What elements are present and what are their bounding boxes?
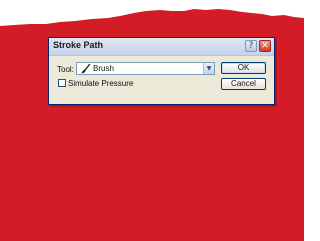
brush-icon (81, 64, 91, 74)
help-icon[interactable]: ? (245, 40, 257, 52)
chevron-down-icon[interactable]: ▼ (203, 63, 214, 74)
tool-label: Tool: (57, 65, 74, 74)
close-icon[interactable]: ✕ (259, 40, 271, 52)
ok-button[interactable]: OK (221, 62, 266, 74)
dialog-title: Stroke Path (53, 40, 104, 50)
dialog-titlebar[interactable]: Stroke Path ? ✕ (49, 38, 274, 56)
simulate-pressure-checkbox[interactable] (58, 79, 66, 87)
stroke-path-dialog: Stroke Path ? ✕ Tool: Brush ▼ Simulate P… (48, 37, 275, 105)
cancel-button[interactable]: Cancel (221, 78, 266, 90)
tool-select-value: Brush (93, 64, 114, 73)
simulate-pressure-label[interactable]: Simulate Pressure (68, 79, 133, 88)
tool-select[interactable]: Brush ▼ (76, 62, 215, 75)
